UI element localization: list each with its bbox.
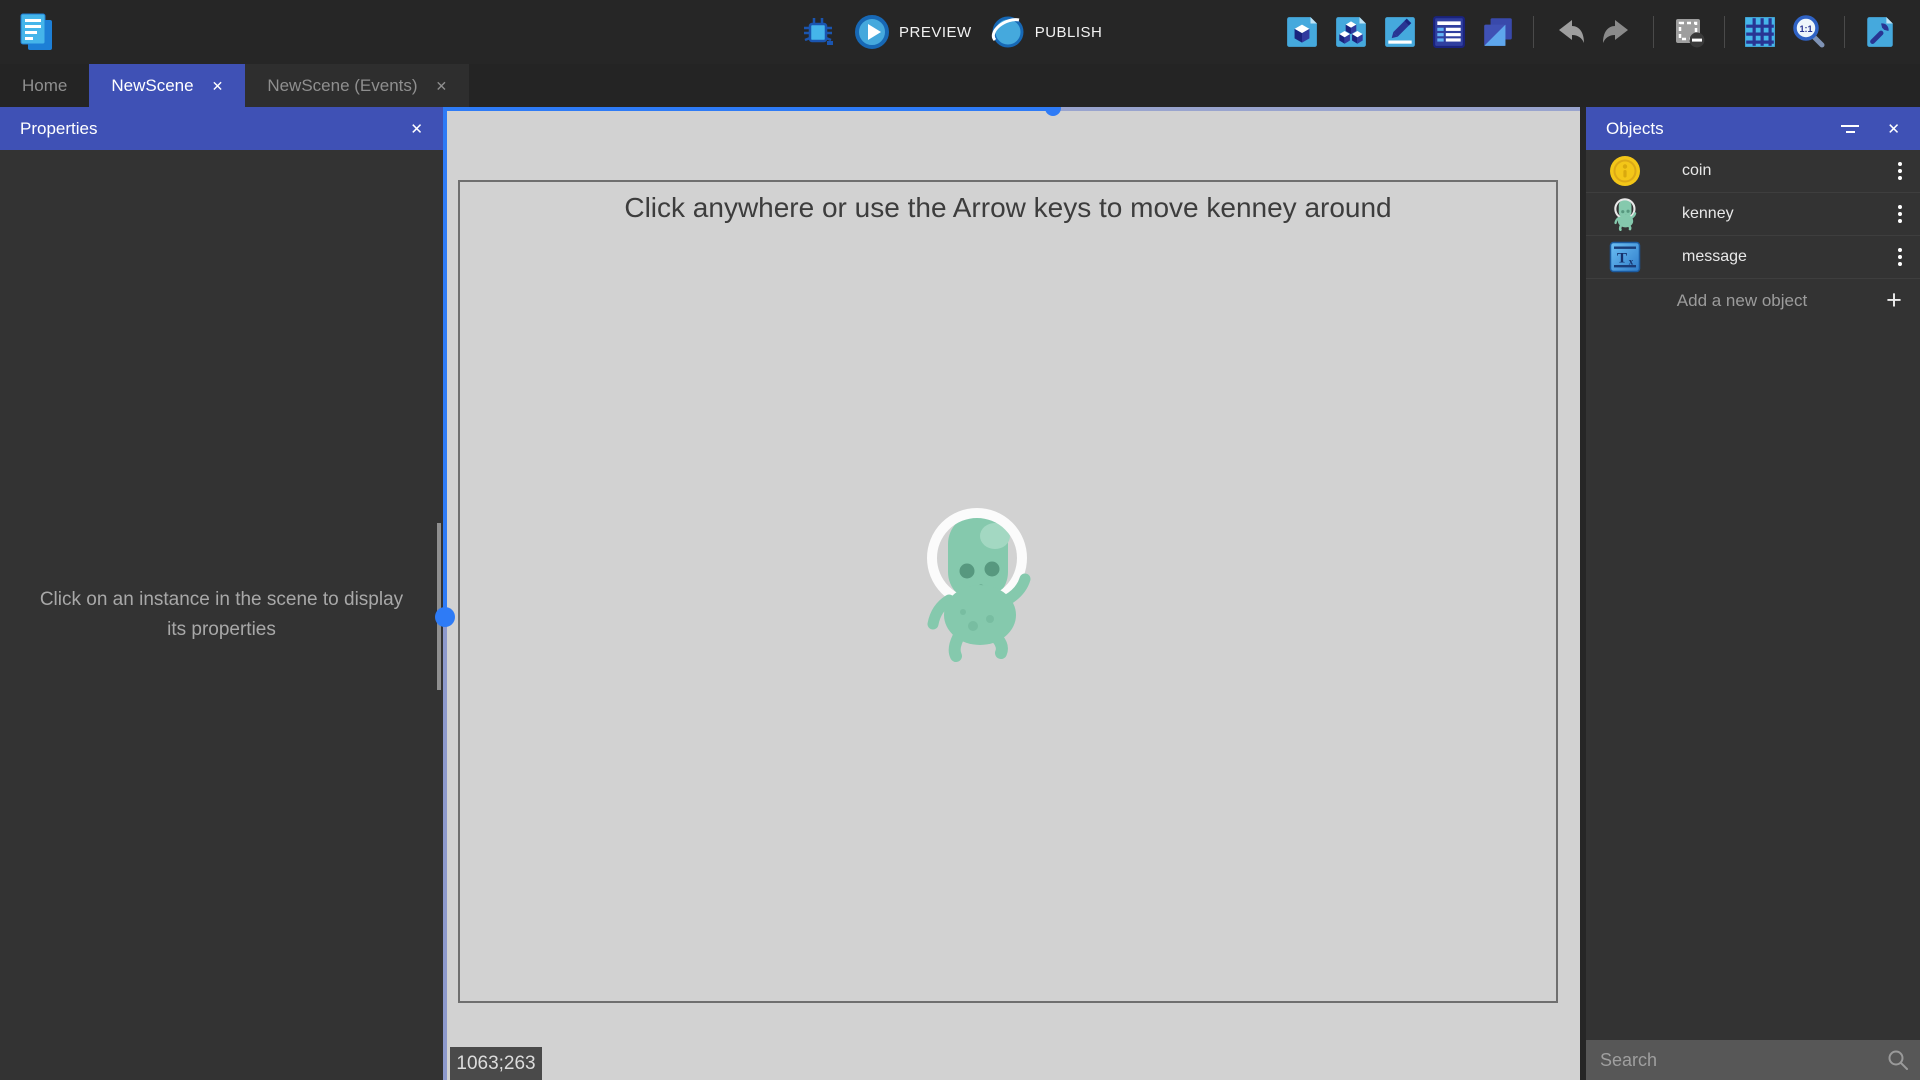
tab-bar: Home NewScene ✕ NewScene (Events) ✕ <box>0 64 1920 107</box>
tab-newscene-events-label: NewScene (Events) <box>267 76 417 96</box>
selection-border-left <box>443 107 447 617</box>
add-icon[interactable]: + <box>1868 285 1920 316</box>
kebab-menu-icon[interactable] <box>1880 248 1920 266</box>
tab-newscene-label: NewScene <box>111 76 193 96</box>
scene-instruction-text[interactable]: Click anywhere or use the Arrow keys to … <box>460 192 1556 224</box>
filter-icon[interactable] <box>1841 125 1859 133</box>
window-border-left <box>443 617 447 1080</box>
svg-text:1:1: 1:1 <box>1799 24 1812 34</box>
properties-scrollbar[interactable] <box>437 523 441 690</box>
add-object-button[interactable]: Add a new object + <box>1586 279 1920 322</box>
toolbar-separator <box>1724 16 1725 48</box>
publish-button[interactable]: PUBLISH <box>990 14 1103 50</box>
properties-empty-message: Click on an instance in the scene to dis… <box>37 585 407 646</box>
object-name: message <box>1682 248 1880 266</box>
tab-home-label: Home <box>22 76 67 96</box>
toolbar-separator <box>1533 16 1534 48</box>
tab-home[interactable]: Home <box>0 64 89 107</box>
window-border-top <box>1053 107 1580 111</box>
cursor-coordinates: 1063;263 <box>450 1047 542 1080</box>
text-object-icon: T x <box>1608 240 1642 274</box>
close-icon[interactable]: ✕ <box>1887 120 1900 138</box>
publish-globe-icon <box>990 14 1026 50</box>
scene-canvas[interactable]: Click anywhere or use the Arrow keys to … <box>443 107 1580 1080</box>
objects-header: Objects ✕ <box>1586 107 1920 150</box>
zoom-original-icon[interactable]: 1:1 <box>1791 14 1827 50</box>
properties-body: Click on an instance in the scene to dis… <box>0 150 443 1080</box>
properties-panel: Properties ✕ Click on an instance in the… <box>0 107 443 1080</box>
svg-text:x: x <box>1629 257 1634 267</box>
object-row-message[interactable]: T x message <box>1586 236 1920 279</box>
tab-newscene[interactable]: NewScene ✕ <box>89 64 245 107</box>
selection-border-top <box>443 107 1053 111</box>
resize-handle-left[interactable] <box>435 607 455 627</box>
editor-settings-icon[interactable] <box>1862 14 1898 50</box>
objects-panel: Objects ✕ coin <box>1586 107 1920 1080</box>
search-icon[interactable] <box>1876 1049 1920 1071</box>
layers-editor-icon[interactable] <box>1480 14 1516 50</box>
object-groups-icon[interactable] <box>1333 14 1369 50</box>
toolbar-separator <box>1844 16 1845 48</box>
preview-button[interactable]: PREVIEW <box>854 14 972 50</box>
kebab-menu-icon[interactable] <box>1880 162 1920 180</box>
kenney-sprite[interactable] <box>905 502 1050 662</box>
grid-icon[interactable] <box>1742 14 1778 50</box>
kebab-menu-icon[interactable] <box>1880 205 1920 223</box>
coin-icon <box>1608 154 1642 188</box>
properties-title: Properties <box>20 119 97 139</box>
project-manager-icon[interactable] <box>12 8 60 56</box>
play-icon <box>854 14 890 50</box>
svg-text:T: T <box>1617 251 1627 267</box>
clear-selection-icon[interactable] <box>1671 14 1707 50</box>
close-icon[interactable]: ✕ <box>410 120 423 138</box>
top-toolbar: PREVIEW PUBLISH <box>0 0 1920 64</box>
objects-editor-icon[interactable] <box>1284 14 1320 50</box>
tab-close-icon[interactable]: ✕ <box>436 79 448 93</box>
objects-search-bar <box>1586 1040 1920 1080</box>
scene-properties-icon[interactable] <box>1382 14 1418 50</box>
instances-list-icon[interactable] <box>1431 14 1467 50</box>
debugger-icon[interactable] <box>800 14 836 50</box>
kenney-icon <box>1608 197 1642 231</box>
toolbar-separator <box>1653 16 1654 48</box>
properties-header: Properties ✕ <box>0 107 443 150</box>
add-object-label: Add a new object <box>1586 291 1868 311</box>
object-row-coin[interactable]: coin <box>1586 150 1920 193</box>
run-controls: PREVIEW PUBLISH <box>800 0 1102 64</box>
tab-newscene-events[interactable]: NewScene (Events) ✕ <box>245 64 469 107</box>
redo-icon[interactable] <box>1600 14 1636 50</box>
search-input[interactable] <box>1586 1050 1876 1071</box>
object-row-kenney[interactable]: kenney <box>1586 193 1920 236</box>
object-name: kenney <box>1682 205 1880 223</box>
undo-icon[interactable] <box>1551 14 1587 50</box>
editor-toolbar: 1:1 <box>1284 0 1898 64</box>
objects-title: Objects <box>1606 119 1664 139</box>
preview-label: PREVIEW <box>899 24 972 41</box>
publish-label: PUBLISH <box>1035 24 1103 41</box>
tab-close-icon[interactable]: ✕ <box>212 79 224 93</box>
object-name: coin <box>1682 162 1880 180</box>
